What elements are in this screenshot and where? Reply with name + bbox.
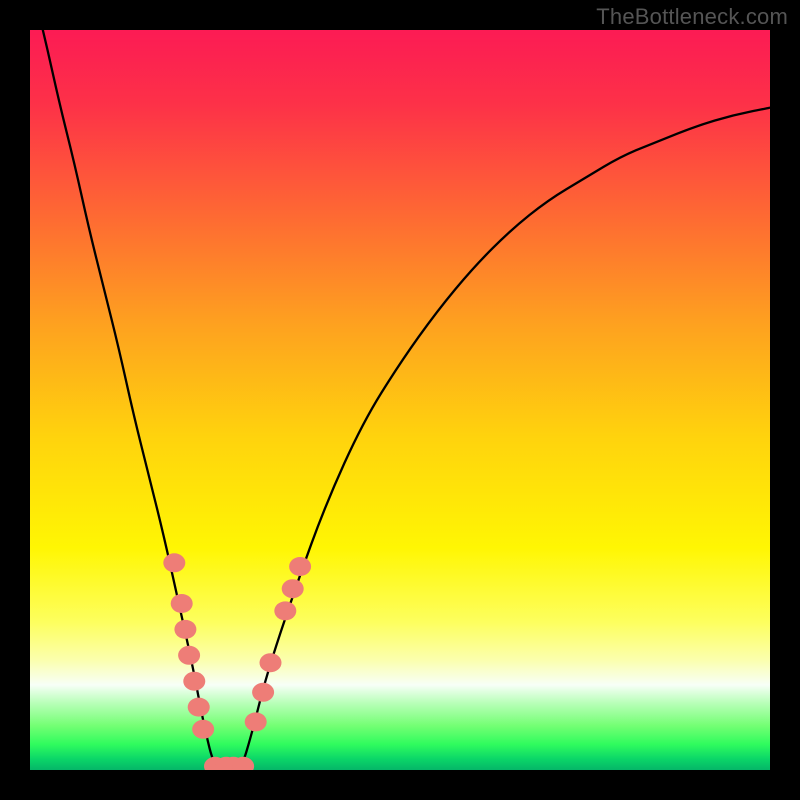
marker-dot [171,594,193,613]
marker-dot [274,601,296,620]
marker-dot [183,672,205,691]
marker-dot [174,620,196,639]
marker-dot [282,579,304,598]
watermark-text: TheBottleneck.com [596,4,788,30]
marker-dot [260,653,282,672]
chart-plot-area [30,30,770,770]
marker-dot [163,553,185,572]
marker-dot [192,720,214,739]
bottleneck-chart-svg [30,30,770,770]
marker-dot [289,557,311,576]
marker-dot [178,646,200,665]
marker-dot [252,683,274,702]
marker-dot [188,698,210,717]
marker-dot [245,712,267,731]
